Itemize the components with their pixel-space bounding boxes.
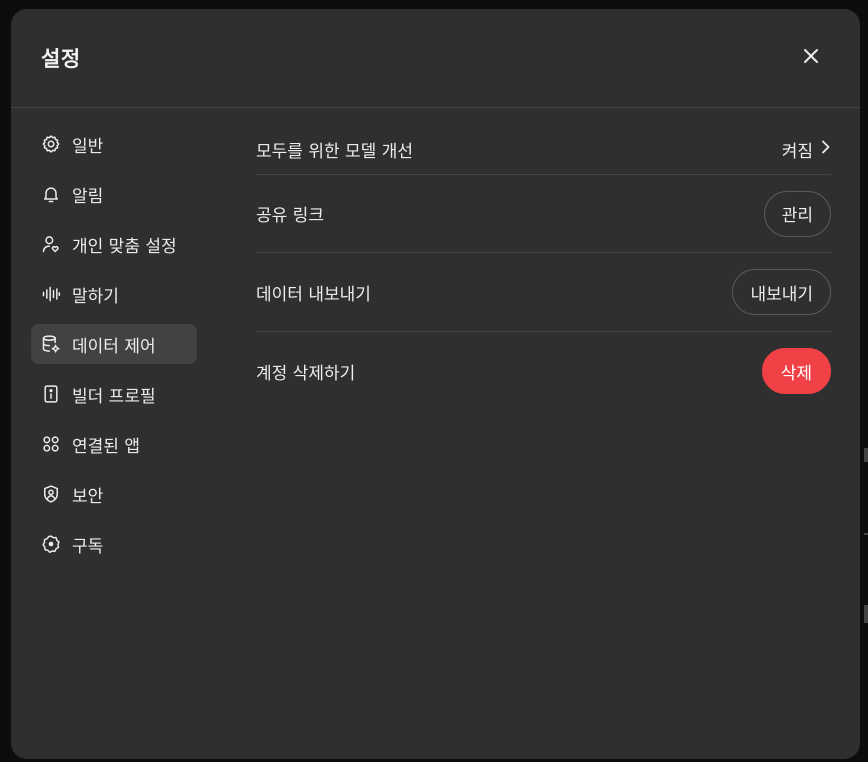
background-edge-fragment — [864, 448, 868, 462]
sidebar-item-notifications[interactable]: 알림 — [31, 174, 197, 214]
sidebar-item-label: 빌더 프로필 — [72, 386, 156, 407]
sidebar-item-label: 말하기 — [72, 286, 119, 307]
sidebar-item-builder-profile[interactable]: 빌더 프로필 — [31, 374, 197, 414]
background-edge-fragment — [864, 533, 868, 535]
row-label: 공유 링크 — [256, 206, 324, 226]
settings-row-improve-model: 모두를 위한 모델 개선 켜짐 — [256, 124, 831, 175]
sidebar-item-subscription[interactable]: 구독 — [31, 524, 197, 564]
badge-icon — [40, 533, 62, 555]
data-controls-panel: 모두를 위한 모델 개선 켜짐 공유 링크 관리 데이터 내보내기 내보내기 계… — [226, 108, 860, 574]
bell-icon — [40, 183, 62, 205]
row-label: 계정 삭제하기 — [256, 363, 356, 384]
delete-account-button[interactable]: 삭제 — [761, 348, 831, 394]
close-button[interactable] — [796, 43, 826, 73]
sidebar-item-label: 일반 — [72, 136, 104, 157]
row-label: 모두를 위한 모델 개선 — [256, 141, 413, 162]
background-edge-fragment — [864, 605, 868, 623]
settings-row-export-data: 데이터 내보내기 내보내기 — [256, 253, 831, 332]
sidebar-item-security[interactable]: 보안 — [31, 474, 197, 514]
settings-sidebar: 일반 알림 개인 맞춤 설정 말하기 데이터 제어 빌더 프로필 연결된 앱 보… — [11, 108, 226, 574]
dialog-header: 설정 — [11, 9, 860, 108]
sidebar-item-data-controls[interactable]: 데이터 제어 — [31, 324, 197, 364]
toggle-value: 켜짐 — [781, 141, 813, 162]
sidebar-item-speech[interactable]: 말하기 — [31, 274, 197, 314]
sidebar-item-label: 데이터 제어 — [72, 336, 156, 357]
apps-grid-icon — [40, 433, 62, 455]
sidebar-item-label: 구독 — [72, 536, 104, 557]
settings-dialog: 설정 일반 알림 개인 맞춤 설정 말하기 데이터 제어 빌더 프로필 연결된 … — [11, 9, 860, 759]
database-settings-icon — [40, 333, 62, 355]
improve-model-toggle[interactable]: 켜짐 — [782, 137, 831, 162]
chevron-right-icon — [813, 139, 831, 159]
sidebar-item-personalization[interactable]: 개인 맞춤 설정 — [31, 224, 197, 264]
shield-icon — [40, 483, 62, 505]
sidebar-item-label: 개인 맞춤 설정 — [72, 236, 177, 257]
sidebar-item-label: 연결된 앱 — [72, 436, 140, 457]
waveform-icon — [40, 283, 62, 305]
manage-shared-links-button[interactable]: 관리 — [763, 190, 831, 237]
gear-icon — [40, 133, 62, 155]
sidebar-item-connected-apps[interactable]: 연결된 앱 — [31, 424, 197, 464]
row-label: 데이터 내보내기 — [256, 284, 371, 305]
person-heart-icon — [40, 233, 62, 255]
settings-row-shared-links: 공유 링크 관리 — [256, 175, 831, 253]
export-data-button[interactable]: 내보내기 — [732, 269, 831, 315]
sidebar-item-label: 보안 — [72, 486, 104, 507]
sidebar-item-general[interactable]: 일반 — [31, 124, 197, 164]
close-icon — [803, 48, 819, 68]
sidebar-item-label: 알림 — [72, 186, 104, 207]
settings-row-delete-account: 계정 삭제하기 삭제 — [256, 332, 831, 410]
id-card-icon — [40, 383, 62, 405]
dialog-title: 설정 — [41, 47, 81, 71]
dialog-body: 일반 알림 개인 맞춤 설정 말하기 데이터 제어 빌더 프로필 연결된 앱 보… — [11, 108, 860, 574]
